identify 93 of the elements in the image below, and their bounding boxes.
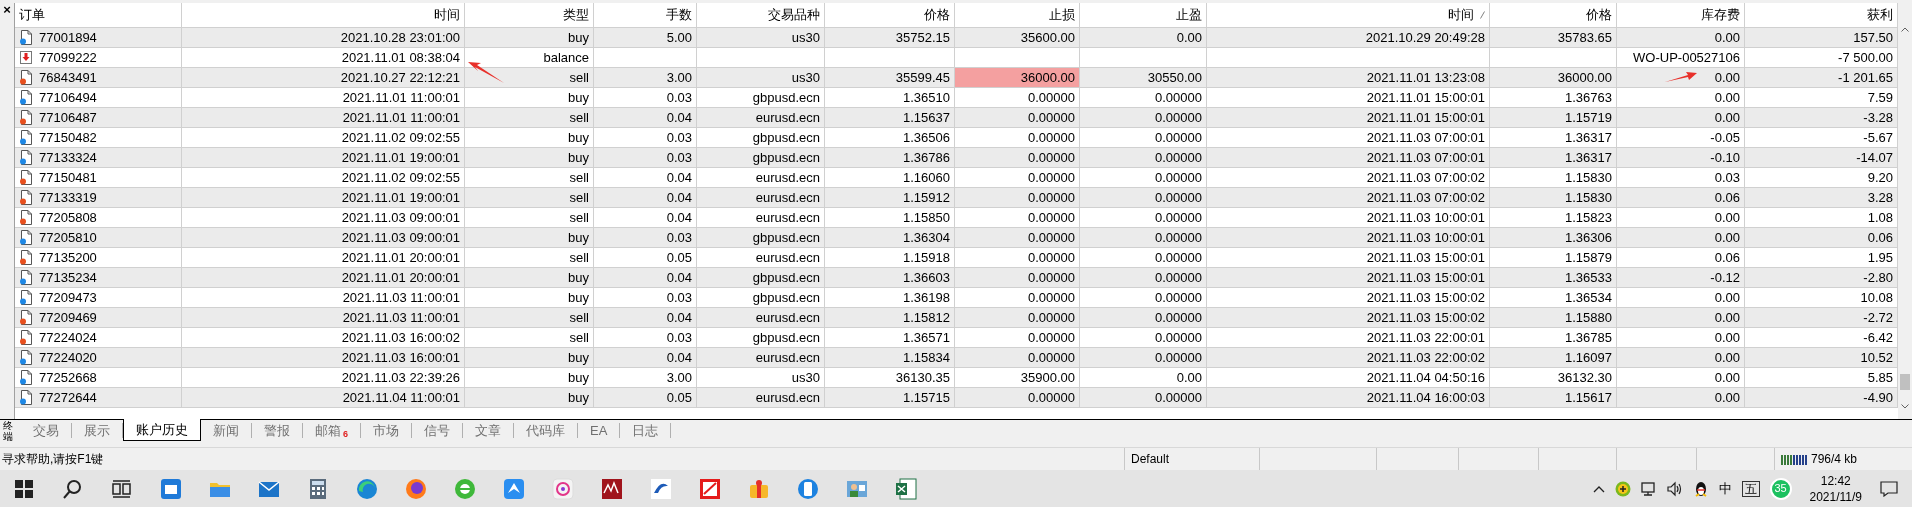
browser-window-icon[interactable] (159, 476, 183, 501)
spreadsheet-icon[interactable] (894, 476, 918, 501)
column-header[interactable]: 类型 (465, 3, 594, 28)
order-number: 77224020 (39, 348, 97, 367)
plus-circle-icon[interactable] (1614, 480, 1631, 497)
column-header[interactable]: 库存费 (1617, 3, 1745, 28)
order-number: 77106487 (39, 108, 97, 127)
clock-date[interactable]: 2021/11/9 (1809, 488, 1862, 505)
bird-app-icon[interactable] (502, 476, 526, 501)
order-number: 77224024 (39, 328, 97, 347)
table-cell: 0.05 (594, 388, 697, 408)
table-cell: 0.00000 (1080, 388, 1207, 408)
tab[interactable]: 警报 (252, 423, 303, 438)
scroll-thumb[interactable] (1900, 374, 1910, 390)
document-icon (19, 110, 33, 125)
table-cell: 2021.11.04 16:00:03 (1207, 388, 1490, 408)
table-cell: 0.00000 (955, 388, 1080, 408)
column-header[interactable]: 止损 (955, 3, 1080, 28)
unread-count: 6 (343, 427, 348, 441)
tab[interactable]: 账户历史 (123, 419, 201, 441)
music-app-icon[interactable] (551, 476, 575, 501)
order-number: 77252668 (39, 368, 97, 387)
column-header[interactable]: 获利 (1745, 3, 1898, 28)
column-header[interactable]: 手数 (594, 3, 697, 28)
document-icon (19, 390, 33, 405)
document-icon (19, 150, 33, 165)
order-number: 77001894 (39, 28, 97, 47)
document-icon (19, 350, 33, 365)
terminal-label: 终端 (1, 420, 14, 441)
input-language[interactable]: 中 (1718, 478, 1732, 499)
order-number: 76843491 (39, 68, 97, 87)
column-header[interactable]: 时间 (182, 3, 465, 28)
column-header[interactable]: 止盈 (1080, 3, 1207, 28)
traffic-text: 796/4 kb (1811, 451, 1858, 468)
table-cell: buy (465, 388, 594, 408)
network-icon[interactable] (1640, 480, 1657, 497)
order-number: 77133319 (39, 188, 97, 207)
sort-icon (1480, 11, 1485, 19)
scrollbar[interactable] (1898, 3, 1912, 419)
table-cell: eurusd.ecn (697, 388, 825, 408)
document-icon (19, 270, 33, 285)
column-header[interactable]: 价格 (825, 3, 955, 28)
swirl-app-icon[interactable] (649, 476, 673, 501)
document-icon (19, 70, 33, 85)
wave-app-icon[interactable] (600, 476, 624, 501)
status-help-text: 寻求帮助,请按F1键 (1, 451, 105, 468)
order-number: 77209469 (39, 308, 97, 327)
document-icon (19, 230, 33, 245)
notification-icon[interactable] (1880, 480, 1898, 497)
connection-bars-icon (1781, 453, 1807, 465)
tab[interactable]: 新闻 (201, 423, 252, 438)
document-icon (19, 310, 33, 325)
chart-app-icon[interactable] (698, 476, 722, 501)
tab[interactable]: 信号 (412, 423, 463, 438)
document-icon (19, 30, 33, 45)
phone-app-icon[interactable] (796, 476, 820, 501)
order-number: 77135234 (39, 268, 97, 287)
tab[interactable]: 市场 (361, 423, 412, 438)
tab[interactable]: 文章 (463, 423, 514, 438)
tab[interactable]: 交易 (21, 423, 72, 438)
scroll-down-icon[interactable] (1901, 404, 1909, 409)
chevron-up-icon[interactable] (1592, 484, 1605, 493)
order-number: 77205810 (39, 228, 97, 247)
table-cell: 36000.00 (955, 68, 1080, 88)
order-number: 77272644 (39, 388, 97, 407)
input-method[interactable]: 五 (1741, 480, 1760, 497)
table-cell: 2021.11.04 11:00:01 (182, 388, 465, 408)
firefox-icon[interactable] (404, 476, 428, 501)
table-cell: 1.15617 (1490, 388, 1617, 408)
tab[interactable]: 日志 (620, 423, 672, 438)
order-number: 77150482 (39, 128, 97, 147)
column-header[interactable]: 订单 (15, 3, 182, 28)
scroll-up-icon[interactable] (1901, 27, 1909, 32)
table-cell: 0.00 (1617, 388, 1745, 408)
column-header[interactable]: 时间 (1207, 3, 1490, 28)
tab[interactable]: EA (578, 423, 621, 438)
order-number: 77205808 (39, 208, 97, 227)
order-number: 77133324 (39, 148, 97, 167)
order-number: 77135200 (39, 248, 97, 267)
order-number: 77106494 (39, 88, 97, 107)
ie-browser-icon[interactable] (453, 476, 477, 501)
volume-icon[interactable] (1666, 480, 1683, 497)
close-button[interactable]: × (0, 3, 14, 17)
column-header[interactable]: 交易品种 (697, 3, 825, 28)
order-number: 77150481 (39, 168, 97, 187)
order-number: 77099222 (39, 48, 97, 67)
column-header[interactable]: 价格 (1490, 3, 1617, 28)
table-cell: 1.15715 (825, 388, 955, 408)
clock-time[interactable]: 12:42 (1820, 472, 1851, 489)
edge-browser-icon[interactable] (355, 476, 379, 501)
document-icon (19, 190, 33, 205)
order-number: 77209473 (39, 288, 97, 307)
tab[interactable]: 代码库 (514, 423, 578, 438)
